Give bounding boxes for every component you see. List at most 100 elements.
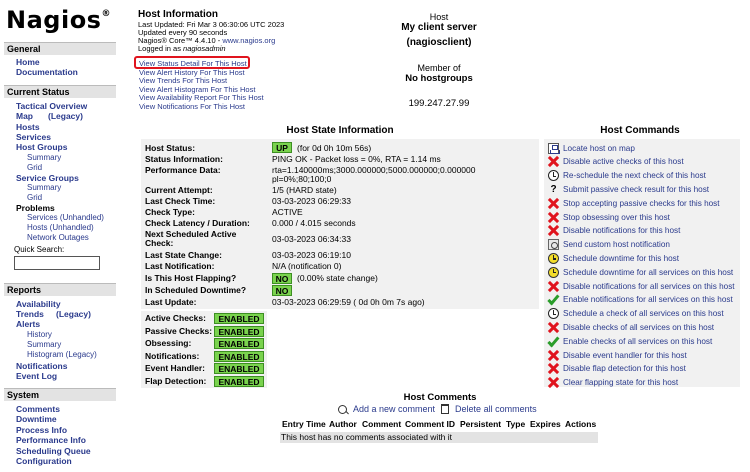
host-groups: No hostgroups: [405, 73, 473, 84]
disable-icon: [548, 350, 559, 361]
nav-alerts-summary[interactable]: Summary: [27, 340, 61, 350]
nav-hostgroups-grid[interactable]: Grid: [27, 163, 42, 173]
host-name: My client server: [401, 22, 477, 33]
command-label[interactable]: Stop obsessing over this host: [563, 213, 670, 222]
command-label[interactable]: Clear flapping state for this host: [563, 378, 678, 387]
command-item[interactable]: Disable notifications for all services o…: [548, 280, 735, 292]
host-status-badge: UP: [272, 142, 292, 153]
command-label[interactable]: Enable checks of all services on this ho…: [563, 337, 712, 346]
nav-configuration[interactable]: Configuration: [16, 456, 72, 466]
command-label[interactable]: Re-schedule the next check of this host: [563, 171, 706, 180]
quick-search-label: Quick Search:: [14, 245, 65, 254]
command-item[interactable]: Disable event handler for this host: [548, 349, 687, 361]
command-item[interactable]: Re-schedule the next check of this host: [548, 170, 706, 182]
nav-home[interactable]: Home: [16, 57, 40, 67]
nav-downtime[interactable]: Downtime: [16, 414, 57, 424]
command-label[interactable]: Enable notifications for all services on…: [563, 295, 733, 304]
command-label[interactable]: Disable notifications for this host: [563, 226, 680, 235]
quick-search-input[interactable]: [14, 256, 100, 270]
add-comment-link[interactable]: Add a new comment: [353, 404, 435, 414]
nav-documentation[interactable]: Documentation: [16, 67, 78, 77]
command-label[interactable]: Schedule downtime for this host: [563, 254, 679, 263]
command-item[interactable]: Schedule downtime for all services on th…: [548, 266, 733, 278]
command-item[interactable]: Stop accepting passive checks for this h…: [548, 197, 720, 209]
command-label[interactable]: Schedule downtime for all services on th…: [563, 268, 733, 277]
nav-servicegroups-summary[interactable]: Summary: [27, 183, 61, 193]
nav-map-legacy[interactable]: (Legacy): [48, 111, 83, 121]
command-label[interactable]: Disable checks of all services on this h…: [563, 323, 714, 332]
nav-problems-hosts[interactable]: Hosts (Unhandled): [27, 223, 94, 233]
nav-trends[interactable]: Trends: [16, 309, 44, 319]
host-status-duration: (for 0d 0h 10m 56s): [297, 143, 372, 153]
downtime-icon: [548, 266, 559, 278]
nav-network-outages[interactable]: Network Outages: [27, 233, 89, 243]
command-item[interactable]: Disable flap detection for this host: [548, 363, 686, 375]
nav-hostgroups-summary[interactable]: Summary: [27, 153, 61, 163]
nav-alerts-history[interactable]: History: [27, 330, 52, 340]
nav-servicegroups-grid[interactable]: Grid: [27, 193, 42, 203]
trash-icon[interactable]: [441, 404, 450, 414]
command-item[interactable]: Disable notifications for this host: [548, 225, 680, 237]
command-label[interactable]: Submit passive check result for this hos…: [563, 185, 709, 194]
nav-comments[interactable]: Comments: [16, 404, 60, 414]
col-type: Type: [506, 419, 526, 429]
flapping-badge: NO: [272, 273, 292, 284]
disable-icon: [548, 198, 559, 209]
comments-empty-row: This host has no comments associated wit…: [280, 432, 598, 443]
nagios-website-link[interactable]: www.nagios.org: [222, 36, 275, 45]
nagios-logo[interactable]: Nagios®: [6, 6, 111, 34]
nav-service-groups[interactable]: Service Groups: [16, 173, 79, 183]
command-label[interactable]: Stop accepting passive checks for this h…: [563, 199, 720, 208]
state-label-next-check-cont: Check:: [145, 238, 174, 248]
command-label[interactable]: Disable event handler for this host: [563, 351, 687, 360]
host-info-title: Host Information: [138, 9, 218, 20]
nav-event-log[interactable]: Event Log: [16, 371, 57, 381]
command-label[interactable]: Disable flap detection for this host: [563, 364, 686, 373]
nav-availability[interactable]: Availability: [16, 299, 61, 309]
state-label-last-state-change: Last State Change:: [145, 250, 222, 260]
command-item[interactable]: ? Submit passive check result for this ho…: [548, 183, 709, 195]
search-icon[interactable]: [338, 404, 349, 415]
command-item[interactable]: Clear flapping state for this host: [548, 377, 678, 389]
command-label[interactable]: Locate host on map: [563, 144, 635, 153]
nav-performance-info[interactable]: Performance Info: [16, 435, 86, 445]
check-type-value: ACTIVE: [272, 207, 303, 217]
link-notifications[interactable]: View Notifications For This Host: [139, 102, 245, 112]
nav-services[interactable]: Services: [16, 132, 51, 142]
state-label-last-notification: Last Notification:: [145, 261, 215, 271]
last-state-change-value: 03-03-2023 06:19:10: [272, 250, 351, 260]
command-item[interactable]: Disable active checks of this host: [548, 156, 684, 168]
command-item[interactable]: Enable checks of all services on this ho…: [548, 335, 712, 347]
nav-alerts-histogram[interactable]: Histogram (Legacy): [27, 350, 97, 360]
state-label-status-info: Status Information:: [145, 154, 223, 164]
nav-tactical-overview[interactable]: Tactical Overview: [16, 101, 87, 111]
nav-scheduling-queue[interactable]: Scheduling Queue: [16, 446, 91, 456]
comment-actions: Add a new comment Delete all comments: [338, 404, 537, 415]
command-label[interactable]: Schedule a check of all services on this…: [563, 309, 724, 318]
clock-icon: [548, 308, 559, 320]
command-label[interactable]: Disable notifications for all services o…: [563, 282, 735, 291]
nav-problems-services[interactable]: Services (Unhandled): [27, 213, 104, 223]
command-item[interactable]: Enable notifications for all services on…: [548, 294, 733, 306]
command-item[interactable]: Send custom host notification: [548, 239, 670, 251]
check-label-passive: Passive Checks:: [145, 325, 213, 336]
state-info-title: Host State Information: [286, 125, 394, 136]
nav-trends-legacy[interactable]: (Legacy): [56, 309, 91, 319]
nav-host-groups[interactable]: Host Groups: [16, 142, 67, 152]
check-label-notifications: Notifications:: [145, 350, 200, 361]
command-item[interactable]: Schedule a check of all services on this…: [548, 308, 724, 320]
command-item[interactable]: Locate host on map: [548, 142, 635, 154]
command-label[interactable]: Disable active checks of this host: [563, 157, 684, 166]
nav-map[interactable]: Map: [16, 111, 33, 121]
nav-alerts[interactable]: Alerts: [16, 319, 40, 329]
command-item[interactable]: Stop obsessing over this host: [548, 211, 670, 223]
command-label[interactable]: Send custom host notification: [563, 240, 670, 249]
commands-title: Host Commands: [600, 125, 680, 136]
status-info-value: PING OK - Packet loss = 0%, RTA = 1.14 m…: [272, 154, 441, 164]
command-item[interactable]: Disable checks of all services on this h…: [548, 321, 714, 333]
nav-process-info[interactable]: Process Info: [16, 425, 67, 435]
command-item[interactable]: Schedule downtime for this host: [548, 252, 679, 264]
delete-all-comments-link[interactable]: Delete all comments: [455, 404, 537, 414]
nav-hosts[interactable]: Hosts: [16, 122, 40, 132]
nav-notifications[interactable]: Notifications: [16, 361, 67, 371]
